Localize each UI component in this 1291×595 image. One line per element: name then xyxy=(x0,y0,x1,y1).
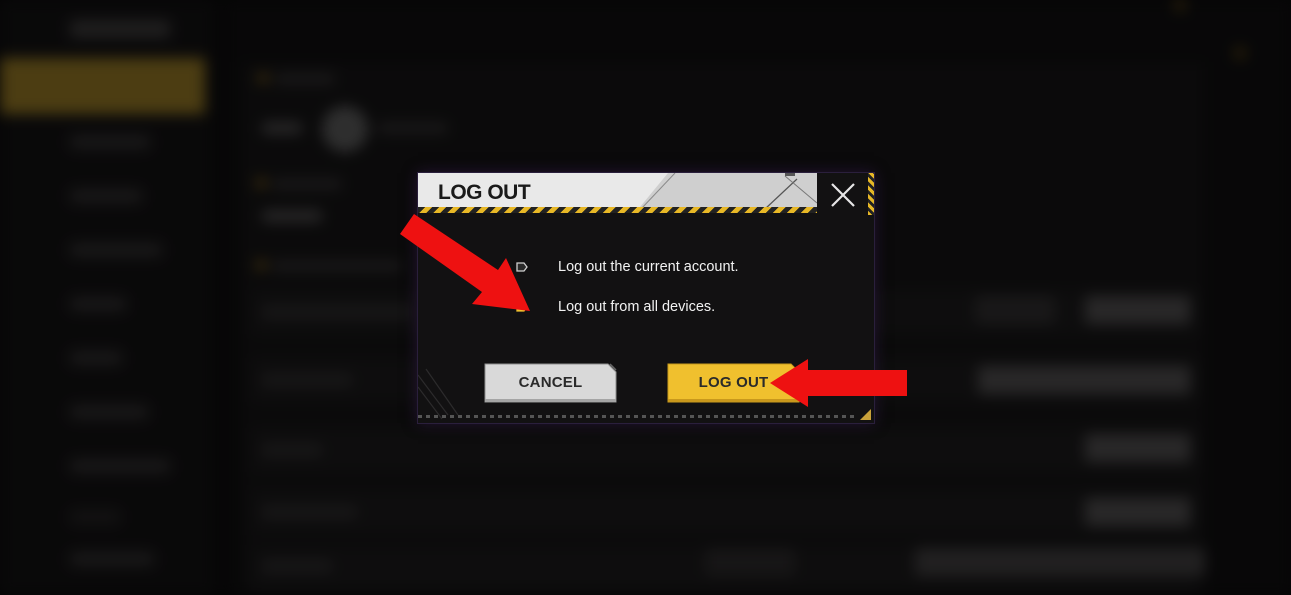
cancel-button[interactable]: CANCEL xyxy=(484,363,617,403)
option-label: Log out the current account. xyxy=(558,259,739,275)
close-x-icon xyxy=(831,183,855,207)
cancel-button-label: CANCEL xyxy=(518,374,583,391)
dialog-bottom-border xyxy=(418,415,858,418)
option-label: Log out from all devices. xyxy=(558,299,716,315)
side-hazard-stripe xyxy=(868,173,874,215)
red-arrow-icon xyxy=(770,359,907,407)
dialog-title: LOG OUT xyxy=(438,181,531,204)
close-button[interactable] xyxy=(817,173,868,213)
dialog-header: LOG OUT xyxy=(418,173,817,213)
red-arrow-icon xyxy=(400,214,530,311)
